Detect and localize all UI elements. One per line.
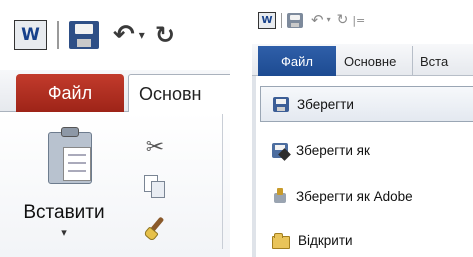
menu-item-label: Зберегти як xyxy=(296,142,370,158)
clipboard-icon xyxy=(48,127,92,184)
menu-item-label: Зберегти xyxy=(297,96,354,112)
redo-icon[interactable]: ↻ xyxy=(337,13,349,27)
tab-home[interactable]: Основн xyxy=(128,74,230,113)
menu-item-save-as[interactable]: Зберегти як xyxy=(260,132,473,168)
dropdown-arrow-icon[interactable]: ▾ xyxy=(327,16,331,24)
dropdown-arrow-icon[interactable]: ▾ xyxy=(139,29,145,41)
quick-access-toolbar: W ↶ ▾ ↻ xyxy=(0,0,230,70)
group-divider xyxy=(222,114,223,249)
undo-icon[interactable]: ↶ xyxy=(311,12,324,28)
save-icon[interactable] xyxy=(287,12,303,28)
open-folder-icon xyxy=(272,233,290,249)
save-as-icon xyxy=(272,142,288,158)
toolbar-separator xyxy=(281,12,282,28)
clipboard-group: Вставити ▾ ✂ xyxy=(0,112,230,257)
file-backstage-menu: Зберегти Зберегти як Зберегти як Adobe В… xyxy=(252,76,473,257)
save-icon xyxy=(273,96,289,112)
word-logo-icon[interactable]: W xyxy=(14,20,47,50)
undo-icon[interactable]: ↶ xyxy=(113,22,135,48)
quick-access-toolbar: W ↶ ▾ ↻ |= xyxy=(252,0,473,40)
customize-toolbar-icon[interactable]: |= xyxy=(352,15,365,26)
redo-icon[interactable]: ↻ xyxy=(155,23,175,47)
save-as-pdf-icon xyxy=(272,188,288,204)
format-painter-icon[interactable] xyxy=(140,212,170,242)
word-logo-icon[interactable]: W xyxy=(258,11,276,29)
paste-dropdown-icon[interactable]: ▾ xyxy=(14,226,114,239)
menu-item-label: Відкрити xyxy=(298,232,353,248)
scissors-icon[interactable]: ✂ xyxy=(140,132,170,162)
menu-strip xyxy=(252,76,256,257)
menu-item-save-as-pdf[interactable]: Зберегти як Adobe xyxy=(260,178,473,214)
tab-insert[interactable]: Вста xyxy=(412,46,473,76)
ribbon-tab-bar: Файл Основне Вста xyxy=(252,44,473,76)
paste-button[interactable]: Вставити ▾ xyxy=(14,122,114,252)
menu-item-open[interactable]: Відкрити xyxy=(260,222,473,257)
left-zoomed-ribbon: W ↶ ▾ ↻ Файл Основн Вставити ▾ ✂ xyxy=(0,0,230,257)
menu-item-label: Зберегти як Adobe xyxy=(296,188,413,204)
ribbon-tab-bar: Файл Основн xyxy=(0,70,230,113)
save-icon[interactable] xyxy=(69,21,99,49)
menu-item-save[interactable]: Зберегти xyxy=(260,86,473,122)
tab-file[interactable]: Файл xyxy=(16,74,124,112)
paste-label: Вставити xyxy=(23,202,105,223)
tab-home[interactable]: Основне xyxy=(344,46,396,76)
right-file-menu-panel: W ↶ ▾ ↻ |= Файл Основне Вста Зберегти Зб… xyxy=(252,0,473,257)
copy-icon[interactable] xyxy=(140,172,170,202)
tab-file[interactable]: Файл xyxy=(258,46,336,76)
toolbar-separator xyxy=(57,21,59,49)
